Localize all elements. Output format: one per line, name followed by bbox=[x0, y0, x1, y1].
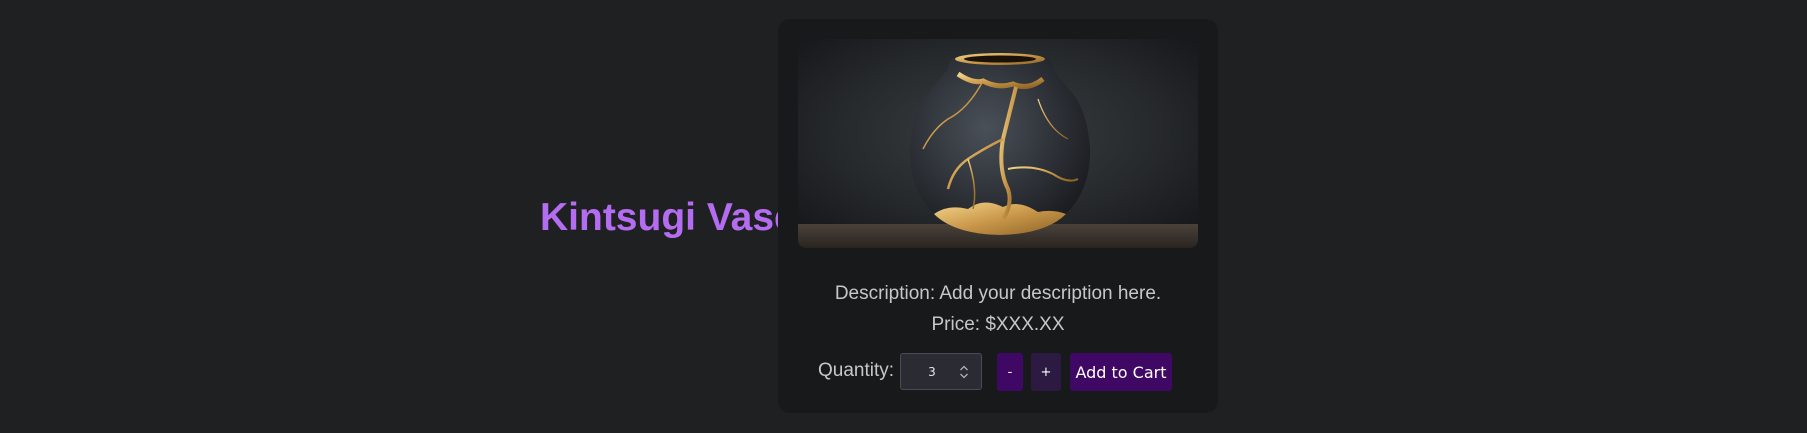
spinner-arrows-icon[interactable] bbox=[959, 365, 969, 379]
product-title: Kintsugi Vase bbox=[540, 196, 796, 239]
product-price: Price: $XXX.XX bbox=[931, 314, 1065, 335]
quantity-input[interactable]: 3 bbox=[900, 353, 982, 390]
quantity-value: 3 bbox=[928, 365, 936, 379]
quantity-row: Quantity: 3 - + Add to Cart bbox=[818, 351, 1198, 391]
increase-quantity-button[interactable]: + bbox=[1031, 353, 1061, 391]
product-description: Description: Add your description here. bbox=[834, 283, 1162, 304]
add-to-cart-button[interactable]: Add to Cart bbox=[1070, 353, 1172, 391]
product-image bbox=[798, 39, 1198, 248]
decrease-quantity-button[interactable]: - bbox=[997, 353, 1023, 391]
quantity-label: Quantity: bbox=[818, 360, 895, 381]
product-card: Description: Add your description here. … bbox=[778, 19, 1218, 413]
